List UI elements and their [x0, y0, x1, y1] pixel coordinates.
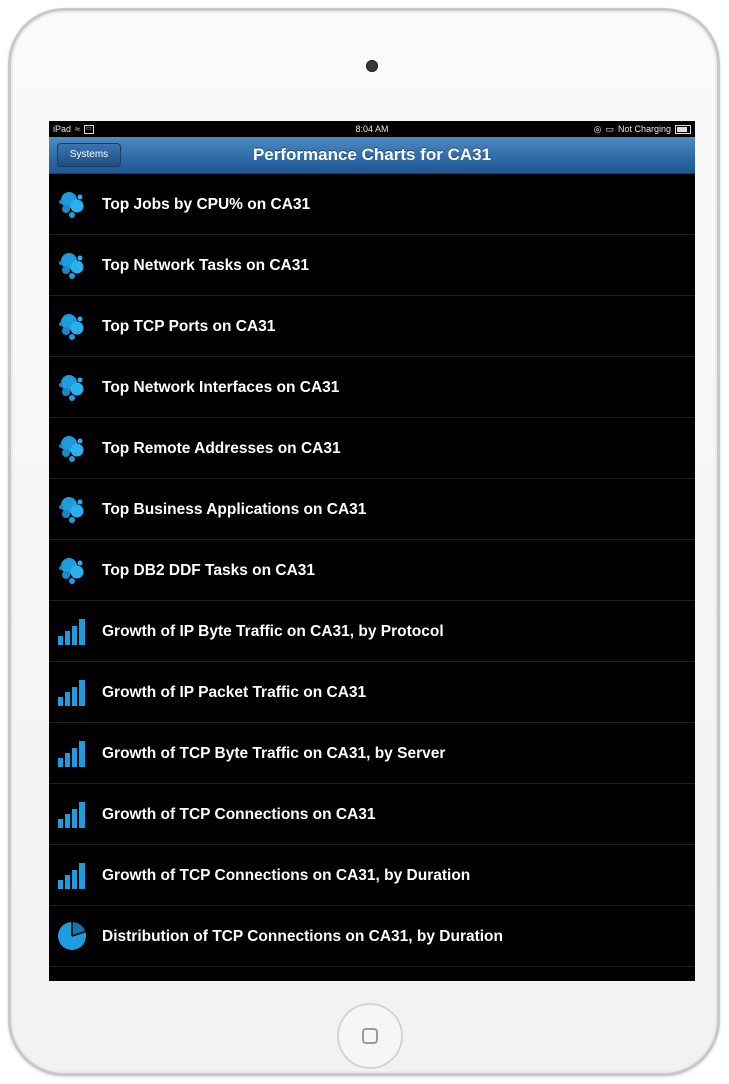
list-item[interactable]: Top Jobs by CPU% on CA31: [49, 174, 695, 235]
navigation-bar: Performance Charts for CA31 Systems: [49, 137, 695, 174]
bubbles-icon: [57, 189, 87, 219]
list-item[interactable]: Growth of IP Packet Traffic on CA31: [49, 662, 695, 723]
list-item[interactable]: Top Business Applications on CA31: [49, 479, 695, 540]
pie-chart-icon: [57, 921, 87, 951]
systems-back-button[interactable]: Systems: [57, 143, 121, 167]
list-item[interactable]: Distribution of TCP Connections on CA31,…: [49, 906, 695, 967]
home-button[interactable]: [337, 1003, 403, 1069]
bar-chart-icon: [57, 738, 87, 768]
list-item-label: Growth of TCP Connections on CA31: [102, 806, 376, 823]
bubbles-icon: [57, 433, 87, 463]
camera: [366, 60, 378, 72]
bar-chart-icon: [57, 860, 87, 890]
list-item-label: Top TCP Ports on CA31: [102, 318, 276, 335]
ipad-frame: iPad ≈ ▭ 8:04 AM ◎ ▭ Not Charging Perfor…: [8, 8, 720, 1076]
page-title: Performance Charts for CA31: [252, 145, 492, 164]
battery-icon: [675, 124, 691, 134]
bar-chart-icon: [57, 616, 87, 646]
chart-list: Top Jobs by CPU% on CA31 Top Network Tas…: [49, 174, 695, 967]
bubbles-icon: [57, 555, 87, 585]
screen: iPad ≈ ▭ 8:04 AM ◎ ▭ Not Charging Perfor…: [49, 121, 695, 981]
list-item[interactable]: Growth of IP Byte Traffic on CA31, by Pr…: [49, 601, 695, 662]
list-item[interactable]: Top DB2 DDF Tasks on CA31: [49, 540, 695, 601]
list-item-label: Growth of TCP Connections on CA31, by Du…: [102, 867, 471, 884]
bar-chart-icon: [57, 799, 87, 829]
list-item-label: Growth of TCP Byte Traffic on CA31, by S…: [102, 745, 446, 762]
bar-chart-icon: [57, 677, 87, 707]
list-item[interactable]: Top Network Interfaces on CA31: [49, 357, 695, 418]
list-item-label: Top Network Tasks on CA31: [102, 257, 309, 274]
home-square-icon: [362, 1028, 378, 1044]
list-item-label: Top DB2 DDF Tasks on CA31: [102, 562, 316, 579]
list-item[interactable]: Top TCP Ports on CA31: [49, 296, 695, 357]
list-item-label: Growth of IP Packet Traffic on CA31: [102, 684, 367, 701]
list-item[interactable]: Top Network Tasks on CA31: [49, 235, 695, 296]
bubbles-icon: [57, 250, 87, 280]
list-item-label: Top Network Interfaces on CA31: [102, 379, 340, 396]
list-item-label: Growth of IP Byte Traffic on CA31, by Pr…: [102, 623, 444, 640]
airplay-icon: ▭: [605, 124, 614, 134]
bubbles-icon: [57, 311, 87, 341]
bubbles-icon: [57, 494, 87, 524]
list-item[interactable]: Growth of TCP Connections on CA31: [49, 784, 695, 845]
list-item[interactable]: Top Remote Addresses on CA31: [49, 418, 695, 479]
rotation-lock-icon: ◎: [593, 124, 602, 134]
list-item-label: Top Jobs by CPU% on CA31: [102, 196, 311, 213]
bubbles-icon: [57, 372, 87, 402]
list-item-label: Top Remote Addresses on CA31: [102, 440, 341, 457]
list-item-label: Distribution of TCP Connections on CA31,…: [102, 928, 503, 945]
charging-status: Not Charging: [617, 124, 671, 134]
status-bar: iPad ≈ ▭ 8:04 AM ◎ ▭ Not Charging: [49, 121, 695, 137]
list-item[interactable]: Growth of TCP Connections on CA31, by Du…: [49, 845, 695, 906]
list-item[interactable]: Growth of TCP Byte Traffic on CA31, by S…: [49, 723, 695, 784]
list-item-label: Top Business Applications on CA31: [102, 501, 367, 518]
